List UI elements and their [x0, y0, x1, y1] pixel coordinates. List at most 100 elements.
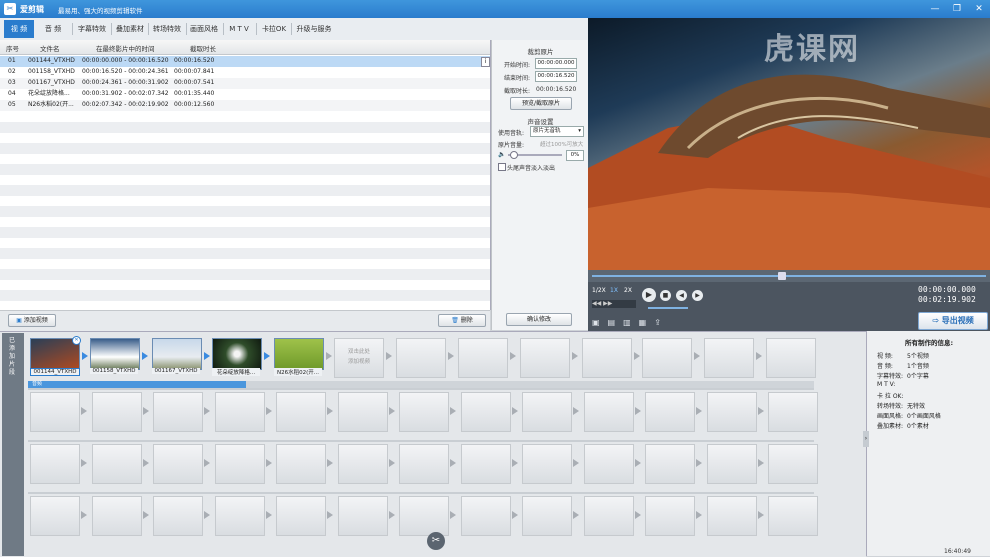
confirm-button[interactable]: 确认修改 [506, 313, 572, 326]
table-row[interactable]: 05 N26水稻02(开... 00:02:07.342 - 00:02:19.… [0, 100, 490, 111]
scissors-icon[interactable]: ✂ [427, 532, 445, 550]
fade-checkbox[interactable] [498, 163, 506, 171]
empty-slot[interactable] [214, 392, 265, 432]
progress-bar[interactable] [588, 270, 990, 282]
empty-slot[interactable] [583, 496, 634, 536]
tab-transition[interactable]: 转场特效 [149, 20, 185, 38]
info-icon[interactable]: i [481, 57, 490, 67]
minimize-icon[interactable]: — [928, 3, 942, 15]
timeline-clip-thumb[interactable] [212, 338, 262, 370]
empty-slot[interactable] [276, 392, 326, 432]
empty-slot[interactable] [153, 444, 203, 484]
empty-slot[interactable] [91, 444, 142, 484]
empty-slot[interactable] [645, 444, 695, 484]
speed-half[interactable]: 1/2X [592, 287, 606, 294]
table-row[interactable]: 02 001158_VTXHD 00:00:16.520 - 00:00:24.… [0, 67, 490, 78]
empty-slot[interactable] [399, 444, 449, 484]
empty-slot[interactable] [460, 392, 511, 432]
empty-slot[interactable] [153, 392, 203, 432]
player-tool-icons[interactable]: ▣▤▥▦⇪ [592, 318, 669, 327]
empty-slot[interactable] [91, 392, 142, 432]
track-select[interactable]: 原片无音轨 ▾ [530, 126, 584, 137]
preview-trim-button[interactable]: 预览/截取原片 [510, 97, 572, 110]
timeline-clip-thumb[interactable] [90, 338, 140, 370]
empty-slot[interactable] [214, 444, 265, 484]
empty-slot[interactable] [30, 392, 80, 432]
close-icon[interactable]: ✕ [972, 3, 986, 15]
empty-slot[interactable] [768, 444, 818, 484]
trash-icon: 🗑 [451, 317, 459, 324]
empty-slot[interactable] [337, 392, 388, 432]
tab-video[interactable]: 视 频 [4, 20, 34, 38]
empty-slot[interactable] [460, 444, 511, 484]
empty-slot[interactable] [276, 444, 326, 484]
tab-karaoke[interactable]: 卡拉OK [258, 20, 290, 38]
video-preview[interactable]: 虎课网 [588, 18, 990, 270]
tab-audio[interactable]: 音 频 [38, 20, 68, 38]
add-video-button[interactable]: ▣ 添加视频 [8, 314, 56, 327]
empty-slot[interactable] [704, 338, 754, 378]
start-time-field[interactable]: 00:00:00.000 [535, 58, 577, 69]
progress-handle[interactable] [778, 272, 786, 280]
empty-slot[interactable] [458, 338, 508, 378]
empty-slot[interactable] [768, 496, 818, 536]
empty-slot[interactable] [337, 496, 388, 536]
collapse-panel-icon[interactable]: › [863, 431, 869, 447]
empty-slot[interactable] [214, 496, 265, 536]
export-video-button[interactable]: ⇨ 导出视频 [918, 312, 988, 330]
maximize-icon[interactable]: ❐ [950, 3, 964, 15]
empty-slot[interactable] [399, 392, 449, 432]
table-row[interactable]: 04 花朵绽放降格... 00:00:31.902 - 00:02:07.342… [0, 89, 490, 100]
tab-mtv[interactable]: M T V [224, 20, 254, 38]
empty-slot[interactable] [337, 444, 388, 484]
tab-subtitle[interactable]: 字幕特效 [74, 20, 110, 38]
empty-slot[interactable] [583, 444, 634, 484]
speed-1x[interactable]: 1X [610, 287, 618, 294]
add-clip-slot[interactable]: 双击此处 添加视频 [334, 338, 384, 378]
empty-slot[interactable] [396, 338, 446, 378]
audio-clip[interactable]: 音频 [28, 381, 246, 388]
volume-field[interactable]: 0% [566, 150, 584, 161]
stop-icon[interactable]: ■ [660, 290, 671, 301]
next-frame-icon[interactable]: ▶ [692, 290, 703, 301]
prev-frame-icon[interactable]: ◀ [676, 290, 687, 301]
empty-slot[interactable] [645, 496, 695, 536]
empty-slot[interactable] [768, 392, 818, 432]
empty-slot[interactable] [30, 496, 80, 536]
empty-slot[interactable] [766, 338, 816, 378]
timeline-clip-thumb[interactable] [152, 338, 202, 370]
play-icon[interactable]: ▶ [642, 288, 656, 302]
step-controls[interactable]: ◀◀ ▶▶ [592, 300, 636, 308]
remove-clip-icon[interactable]: ✕ [72, 336, 81, 345]
empty-slot[interactable] [522, 444, 572, 484]
empty-slot[interactable] [642, 338, 692, 378]
volume-slider-handle[interactable] [510, 151, 518, 159]
empty-slot[interactable] [399, 496, 449, 536]
empty-slot[interactable] [153, 496, 203, 536]
empty-slot[interactable] [522, 392, 572, 432]
empty-slot[interactable] [91, 496, 142, 536]
player-volume-slider[interactable] [648, 307, 688, 309]
tab-overlay[interactable]: 叠加素材 [112, 20, 148, 38]
empty-slot[interactable] [706, 496, 757, 536]
tab-style[interactable]: 画面风格 [186, 20, 222, 38]
end-time-field[interactable]: 00:00:16.520 [535, 71, 577, 82]
empty-slot[interactable] [583, 392, 634, 432]
speed-2x[interactable]: 2X [624, 287, 632, 294]
empty-slot[interactable] [645, 392, 695, 432]
empty-slot[interactable] [582, 338, 632, 378]
timeline-side-tab[interactable]: 已添加片段 [2, 333, 24, 556]
empty-slot[interactable] [276, 496, 326, 536]
delete-button[interactable]: 🗑 删除 [438, 314, 486, 327]
empty-slot[interactable] [706, 444, 757, 484]
empty-slot[interactable] [706, 392, 757, 432]
table-row[interactable]: 03 001167_VTXHD 00:00:24.361 - 00:00:31.… [0, 78, 490, 89]
empty-slot[interactable] [520, 338, 570, 378]
empty-slot[interactable] [522, 496, 572, 536]
timeline-clip-thumb[interactable] [274, 338, 324, 370]
empty-slot[interactable] [30, 444, 80, 484]
empty-slot[interactable] [460, 496, 511, 536]
table-row[interactable]: 01 001144_VTXHD 00:00:00.000 - 00:00:16.… [0, 56, 490, 67]
duration-label: 截取时长: [504, 88, 531, 95]
tab-upgrade[interactable]: 升级与服务 [292, 20, 336, 38]
